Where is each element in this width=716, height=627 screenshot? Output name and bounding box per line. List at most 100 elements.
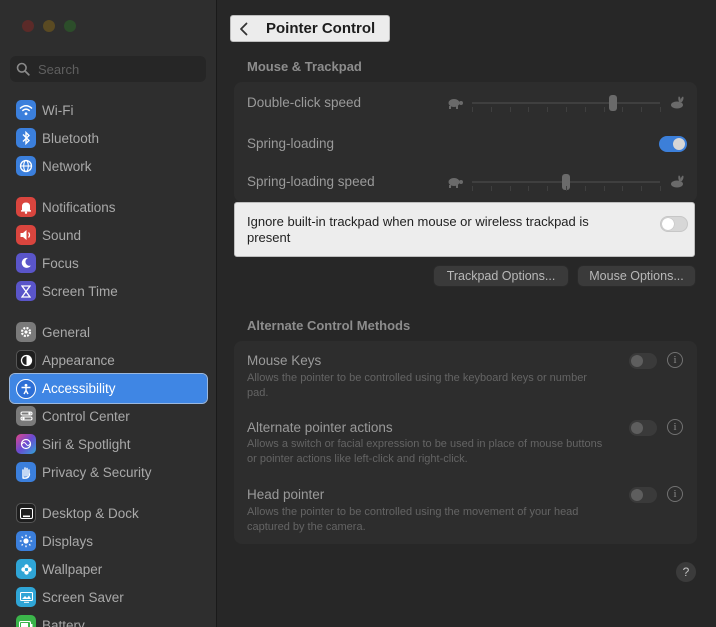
turtle-icon (448, 99, 463, 109)
slider-tick (547, 107, 549, 112)
head-pointer-label: Head pointer (247, 487, 325, 502)
slider-tick (641, 186, 643, 191)
spring-loading-label: Spring-loading (247, 136, 335, 151)
section-title-alternate-control: Alternate Control Methods (247, 318, 411, 333)
sidebar-item-privacy-security[interactable]: Privacy & Security (10, 458, 207, 486)
sidebar-item-sound[interactable]: Sound (10, 221, 207, 249)
slider-tick (509, 186, 511, 191)
sidebar-item-general[interactable]: General (10, 318, 207, 346)
search-input[interactable] (36, 60, 190, 78)
sidebar-item-bluetooth[interactable]: Bluetooth (10, 124, 207, 152)
slider-tick (603, 107, 605, 112)
zoom-button[interactable] (64, 20, 76, 32)
alternate-pointer-actions-description: Allows a switch or facial expression to … (247, 438, 603, 465)
sidebar-item-siri-spotlight[interactable]: Siri & Spotlight (10, 430, 207, 458)
control-center-icon (16, 406, 36, 426)
sidebar-item-notifications[interactable]: Notifications (10, 193, 207, 221)
spring-loading-speed-slider[interactable] (446, 171, 686, 193)
alternate-pointer-actions-info-icon[interactable]: i (667, 419, 683, 435)
sidebar-item-wifi[interactable]: Wi-Fi (10, 96, 207, 124)
slider-tick (603, 186, 605, 191)
pointer-control-pane: Pointer Control Mouse & Trackpad Double-… (217, 0, 716, 627)
battery-icon (16, 615, 36, 627)
ignore-trackpad-label: Ignore built-in trackpad when mouse or w… (247, 214, 589, 245)
double-click-speed-slider[interactable] (446, 92, 686, 114)
chevron-left-icon (240, 22, 248, 35)
head-pointer-toggle[interactable] (629, 487, 657, 503)
mouse-keys-description: Allows the pointer to be controlled usin… (247, 372, 587, 399)
sidebar-item-label: Screen Time (42, 283, 118, 299)
sidebar-item-network[interactable]: Network (10, 152, 207, 180)
mouse-keys-label: Mouse Keys (247, 353, 322, 368)
sidebar-item-label: General (42, 324, 91, 340)
search-icon (16, 62, 30, 76)
sidebar-item-battery[interactable]: Battery (10, 611, 207, 627)
ignore-trackpad-row: Ignore built-in trackpad when mouse or w… (234, 202, 695, 257)
moon-icon (16, 253, 36, 273)
sidebar-item-label: Displays (42, 533, 94, 549)
sidebar-item-label: Appearance (42, 352, 115, 368)
sidebar-item-screen-saver[interactable]: Screen Saver (10, 583, 207, 611)
trackpad-options-button[interactable]: Trackpad Options... (433, 265, 569, 287)
speaker-icon (16, 225, 36, 245)
sidebar-item-label: Accessibility (42, 381, 116, 396)
sidebar-item-label: Battery (42, 617, 85, 627)
slider-tick (566, 186, 567, 191)
sidebar-item-desktop-dock[interactable]: Desktop & Dock (10, 499, 207, 527)
help-button[interactable]: ? (676, 562, 696, 582)
hourglass-icon (16, 281, 36, 301)
sidebar-item-label: Sound (42, 227, 82, 243)
spring-loading-speed-label: Spring-loading speed (247, 174, 375, 189)
header: Pointer Control (230, 15, 390, 42)
sun-icon (16, 531, 36, 551)
alternate-pointer-actions-toggle[interactable] (629, 420, 657, 436)
back-button[interactable] (231, 16, 257, 41)
sidebar-item-label: Desktop & Dock (42, 505, 139, 521)
sidebar-item-label: Wallpaper (42, 561, 103, 577)
sidebar-item-label: Focus (42, 255, 79, 271)
slider-tick (547, 186, 549, 191)
sidebar-item-control-center[interactable]: Control Center (10, 402, 207, 430)
window-controls (22, 20, 76, 32)
slider-tick (472, 107, 473, 112)
mouse-keys-toggle[interactable] (629, 353, 657, 369)
sidebar-item-wallpaper[interactable]: Wallpaper (10, 555, 207, 583)
wallpaper-flower-icon (16, 559, 36, 579)
sidebar-item-focus[interactable]: Focus (10, 249, 207, 277)
rabbit-icon (671, 96, 684, 109)
sidebar-item-label: Notifications (42, 199, 116, 215)
search-field[interactable] (10, 56, 206, 82)
sidebar-item-label: Network (42, 158, 92, 174)
slider-tick (660, 186, 661, 191)
network-globe-icon (16, 156, 36, 176)
slider-tick (622, 186, 624, 191)
accessibility-person-icon (16, 378, 36, 399)
slider-tick (566, 107, 567, 112)
mouse-options-button[interactable]: Mouse Options... (577, 265, 696, 287)
sidebar: Wi-Fi Bluetooth Network Notifications So… (0, 0, 217, 627)
mouse-keys-info-icon[interactable]: i (667, 352, 683, 368)
notifications-bell-icon (16, 197, 36, 217)
slider-tick (584, 107, 586, 112)
sidebar-item-label: Screen Saver (42, 589, 124, 605)
head-pointer-description: Allows the pointer to be controlled usin… (247, 506, 579, 533)
sidebar-item-screen-time[interactable]: Screen Time (10, 277, 207, 305)
appearance-circle-icon (16, 350, 36, 370)
close-button[interactable] (22, 20, 34, 32)
ignore-trackpad-toggle[interactable] (660, 216, 688, 232)
slider-tick (528, 107, 530, 112)
sidebar-item-appearance[interactable]: Appearance (10, 346, 207, 374)
dock-icon (16, 503, 36, 523)
sidebar-item-label: Privacy & Security (42, 464, 152, 480)
minimize-button[interactable] (43, 20, 55, 32)
slider-tick (509, 107, 511, 112)
spring-loading-toggle[interactable] (659, 136, 687, 152)
sidebar-item-displays[interactable]: Displays (10, 527, 207, 555)
sidebar-item-accessibility[interactable]: Accessibility (9, 373, 208, 404)
rabbit-icon (671, 175, 684, 188)
slider-tick (490, 186, 492, 191)
head-pointer-info-icon[interactable]: i (667, 486, 683, 502)
wifi-icon (16, 100, 36, 120)
slider-knob[interactable] (609, 95, 617, 111)
section-title-mouse-trackpad: Mouse & Trackpad (247, 59, 362, 74)
